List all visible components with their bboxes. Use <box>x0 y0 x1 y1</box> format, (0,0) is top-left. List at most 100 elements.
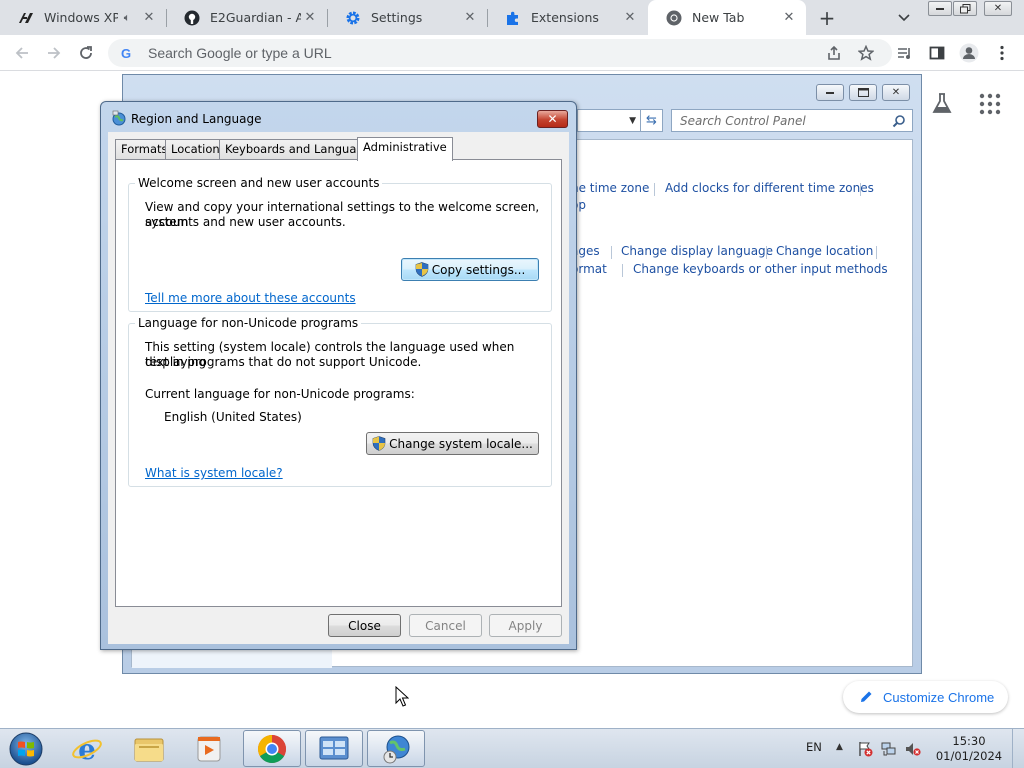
reload-button[interactable] <box>74 41 98 65</box>
volume-muted-icon[interactable] <box>905 741 921 757</box>
language-indicator[interactable]: EN <box>806 740 822 754</box>
current-language-value: English (United States) <box>164 410 302 424</box>
close-icon[interactable]: ✕ <box>621 9 639 27</box>
taskbar-clock[interactable]: 15:30 01/01/2024 <box>932 734 1006 764</box>
current-language-label: Current language for non-Unicode program… <box>145 387 415 401</box>
link-separator <box>860 183 861 196</box>
omnibox-placeholder: Search Google or type a URL <box>148 45 332 61</box>
cancel-button[interactable]: Cancel <box>409 614 482 637</box>
customize-chrome-label: Customize Chrome <box>883 689 995 705</box>
cp-link-change-display-language[interactable]: Change display language <box>621 244 773 258</box>
close-window-button[interactable]: ✕ <box>984 1 1012 16</box>
cp-close-button[interactable]: ✕ <box>882 84 910 101</box>
uac-shield-icon <box>415 262 429 277</box>
side-panel-icon[interactable] <box>925 41 949 65</box>
puzzle-icon <box>505 10 521 26</box>
cp-search-input[interactable]: Search Control Panel <box>671 109 913 132</box>
clock-date: 01/01/2024 <box>935 749 1003 763</box>
tab-windows-xp[interactable]: Windows XP 🔈︎ ✕ <box>0 0 166 35</box>
tab-title: Windows XP <box>44 10 118 25</box>
gear-icon <box>345 10 361 26</box>
speaker-muted-icon[interactable]: 🔈︎ <box>118 9 136 27</box>
tab-administrative[interactable]: Administrative <box>357 137 453 161</box>
apply-button[interactable]: Apply <box>489 614 562 637</box>
copy-settings-button[interactable]: Copy settings... <box>401 258 539 281</box>
close-icon[interactable]: ✕ <box>780 9 798 27</box>
non-unicode-description-line2: text in programs that do not support Uni… <box>145 355 422 369</box>
welcome-description-line2: accounts and new user accounts. <box>145 215 346 229</box>
network-icon[interactable] <box>881 741 897 757</box>
file-explorer-taskbar-icon[interactable] <box>120 730 178 767</box>
tab-location[interactable]: Location <box>165 139 226 159</box>
dialog-title: Region and Language <box>131 112 262 126</box>
labs-flask-icon[interactable] <box>930 92 954 116</box>
tell-me-more-link[interactable]: Tell me more about these accounts <box>145 291 356 305</box>
cp-refresh-icon[interactable]: ⇆ <box>641 109 663 132</box>
windows-taskbar: e EN ▲ 15:30 01/01/2024 <box>0 728 1024 768</box>
cp-link-time-zone[interactable]: ne time zone <box>571 181 649 195</box>
tab-e2guardian[interactable]: E2Guardian - Acc ✕ <box>166 0 327 35</box>
close-button[interactable]: Close <box>328 614 401 637</box>
internet-explorer-taskbar-icon[interactable]: e <box>58 730 116 767</box>
close-icon[interactable]: ✕ <box>301 9 319 27</box>
customize-chrome-button[interactable]: Customize Chrome <box>843 681 1008 713</box>
cp-link-change-location[interactable]: Change location <box>776 244 873 258</box>
link-separator <box>876 246 877 259</box>
copy-settings-label: Copy settings... <box>431 262 526 277</box>
cp-link-add-clocks[interactable]: Add clocks for different time zones <box>665 181 874 195</box>
action-center-flag-icon[interactable] <box>857 741 873 757</box>
cp-minimize-button[interactable] <box>816 84 844 101</box>
show-desktop-button[interactable] <box>1012 729 1024 768</box>
region-language-dialog: Region and Language ✕ Formats Location K… <box>100 101 577 650</box>
back-button[interactable] <box>10 41 34 65</box>
browser-toolbar: G Search Google or type a URL <box>0 35 1024 71</box>
control-panel-taskbar-icon[interactable] <box>305 730 363 767</box>
svg-text:e: e <box>78 733 96 765</box>
google-apps-icon[interactable] <box>978 92 1002 116</box>
dropdown-arrow-icon[interactable]: ▼ <box>629 116 636 126</box>
administrative-panel: Welcome screen and new user accounts Vie… <box>115 159 562 607</box>
forward-button[interactable] <box>42 41 66 65</box>
chrome-icon <box>666 10 682 26</box>
what-is-system-locale-link[interactable]: What is system locale? <box>145 466 283 480</box>
link-separator <box>622 264 623 277</box>
welcome-screen-group: Welcome screen and new user accounts Vie… <box>128 176 552 312</box>
close-icon[interactable]: ✕ <box>140 9 158 27</box>
share-icon[interactable] <box>822 41 846 65</box>
cp-maximize-button[interactable] <box>849 84 877 101</box>
google-icon: G <box>120 45 132 61</box>
show-hidden-icons-icon[interactable]: ▲ <box>836 742 843 752</box>
search-icon[interactable] <box>892 114 906 128</box>
mouse-pointer-icon <box>395 685 410 708</box>
clock-time: 15:30 <box>952 734 986 748</box>
tab-new-tab[interactable]: New Tab ✕ <box>648 0 806 35</box>
browser-tab-strip: Windows XP 🔈︎ ✕ E2Guardian - Acc ✕ Setti… <box>0 0 1024 35</box>
tab-settings[interactable]: Settings ✕ <box>327 0 487 35</box>
region-globe-icon <box>111 110 127 126</box>
more-menu-icon[interactable] <box>990 41 1014 65</box>
region-language-taskbar-icon[interactable] <box>367 730 425 767</box>
close-icon[interactable]: ✕ <box>461 9 479 27</box>
reading-list-icon[interactable] <box>893 41 917 65</box>
tab-title: Extensions <box>531 10 599 25</box>
dialog-body: Formats Location Keyboards and Languages… <box>108 132 569 644</box>
dialog-close-button[interactable]: ✕ <box>537 110 568 128</box>
change-system-locale-label: Change system locale... <box>389 436 533 451</box>
media-player-taskbar-icon[interactable] <box>180 730 238 767</box>
link-separator <box>766 246 767 259</box>
profile-avatar-icon[interactable] <box>957 41 981 65</box>
minimize-button[interactable] <box>928 1 952 16</box>
change-system-locale-button[interactable]: Change system locale... <box>366 432 539 455</box>
bookmark-star-icon[interactable] <box>854 41 878 65</box>
tab-search-chevron-icon[interactable] <box>894 8 914 28</box>
tab-extensions[interactable]: Extensions ✕ <box>487 0 647 35</box>
cp-address-bar[interactable]: ▼ <box>577 109 641 132</box>
new-tab-button[interactable]: + <box>814 5 840 31</box>
tab-title: E2Guardian - Acc <box>210 10 301 25</box>
omnibox[interactable]: G Search Google or type a URL <box>108 39 892 67</box>
start-button[interactable] <box>6 730 46 768</box>
uac-shield-icon <box>372 436 386 451</box>
chrome-taskbar-icon[interactable] <box>243 730 301 767</box>
restore-button[interactable] <box>953 1 977 16</box>
cp-link-change-keyboards[interactable]: Change keyboards or other input methods <box>633 262 888 276</box>
